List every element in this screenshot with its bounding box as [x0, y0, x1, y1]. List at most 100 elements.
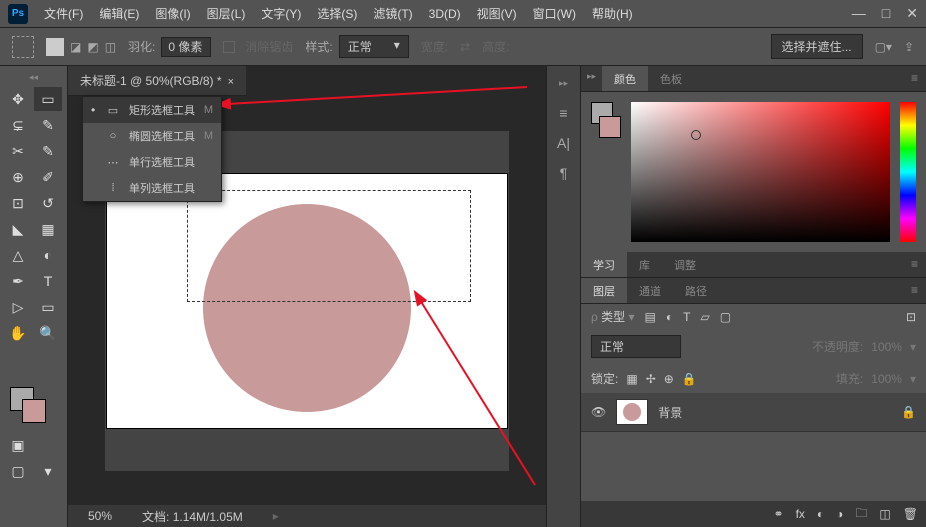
menu-filter[interactable]: 滤镜(T): [365, 1, 420, 26]
tab-channels[interactable]: 通道: [627, 278, 673, 303]
blur-tool[interactable]: △: [4, 243, 32, 267]
panel-menu-icon[interactable]: ≡: [903, 66, 926, 91]
zoom-level[interactable]: 50%: [88, 509, 112, 523]
color-panel-bg[interactable]: [599, 116, 621, 138]
maximize-icon[interactable]: □: [882, 5, 890, 22]
feather-input[interactable]: [161, 37, 211, 57]
shape-tool[interactable]: ▭: [34, 295, 62, 319]
toolbar-collapse[interactable]: ◂◂: [4, 70, 63, 85]
select-and-mask-button[interactable]: 选择并遮住...: [771, 34, 863, 59]
style-select[interactable]: 正常 ▾: [339, 35, 409, 58]
opacity-value: 100%: [871, 340, 902, 354]
filter-adjust-icon[interactable]: ◐: [666, 310, 673, 324]
layer-thumbnail[interactable]: [616, 399, 648, 425]
filter-type-select[interactable]: ρ 类型 ▾: [591, 308, 635, 325]
filter-type-icon[interactable]: T: [683, 310, 690, 324]
menu-3d[interactable]: 3D(D): [421, 3, 469, 25]
menu-image[interactable]: 图像(I): [147, 1, 198, 26]
flyout-row-marquee[interactable]: ⋯ 单行选框工具: [83, 149, 221, 175]
path-select-tool[interactable]: ▷: [4, 295, 32, 319]
flyout-col-marquee[interactable]: ⁞ 单列选框工具: [83, 175, 221, 201]
layer-name[interactable]: 背景: [658, 404, 682, 421]
heal-tool[interactable]: ⊕: [4, 165, 32, 189]
sel-add-icon[interactable]: ◪: [70, 40, 81, 54]
menu-file[interactable]: 文件(F): [36, 1, 91, 26]
lock-all-icon[interactable]: 🔒: [682, 372, 697, 386]
delete-icon[interactable]: 🗑: [903, 507, 918, 521]
menu-help[interactable]: 帮助(H): [584, 1, 641, 26]
flyout-rect-marquee[interactable]: •▭ 矩形选框工具M: [83, 97, 221, 123]
dodge-tool[interactable]: ◐: [34, 243, 62, 267]
menu-select[interactable]: 选择(S): [309, 1, 365, 26]
options-bar: ◪ ◩ ◫ 羽化: 消除锯齿 样式: 正常 ▾ 宽度: ⇄ 高度: 选择并遮住.…: [0, 28, 926, 66]
history-icon[interactable]: ≡: [559, 105, 567, 121]
tab-swatches[interactable]: 色板: [648, 66, 694, 91]
antialias-checkbox: [223, 41, 235, 53]
tab-layers[interactable]: 图层: [581, 278, 627, 303]
tab-learn[interactable]: 学习: [581, 252, 627, 277]
eyedropper-tool[interactable]: ✎: [34, 139, 62, 163]
fx-icon[interactable]: fx: [796, 507, 805, 521]
menu-type[interactable]: 文字(Y): [253, 1, 309, 26]
screen-mode-tool[interactable]: ▢: [4, 459, 32, 483]
zoom-tool[interactable]: 🔍: [34, 321, 62, 345]
share-icon[interactable]: ⇪: [904, 40, 914, 54]
new-layer-icon[interactable]: ◫: [879, 507, 890, 521]
minimize-icon[interactable]: —: [852, 5, 866, 22]
filter-pixel-icon[interactable]: ▤: [645, 310, 656, 324]
tab-color[interactable]: 颜色: [602, 66, 648, 91]
stamp-tool[interactable]: ⊡: [4, 191, 32, 215]
sel-subtract-icon[interactable]: ◩: [87, 40, 98, 54]
workspace-icon[interactable]: ▢▾: [875, 40, 892, 54]
tab-adjustments[interactable]: 调整: [662, 252, 708, 277]
hand-tool[interactable]: ✋: [4, 321, 32, 345]
doc-size[interactable]: 文档: 1.14M/1.05M: [142, 508, 243, 525]
tab-paths[interactable]: 路径: [673, 278, 719, 303]
menu-edit[interactable]: 编辑(E): [91, 1, 147, 26]
lasso-tool[interactable]: ⊊: [4, 113, 32, 137]
visibility-icon[interactable]: 👁: [591, 405, 606, 419]
document-tab[interactable]: 未标题-1 @ 50%(RGB/8) * ×: [68, 66, 246, 96]
quickmask-tool[interactable]: ▣: [4, 433, 32, 457]
move-tool[interactable]: ✥: [4, 87, 32, 111]
lock-position-icon[interactable]: ✢: [646, 372, 656, 386]
char-icon[interactable]: A|: [557, 135, 570, 151]
close-icon[interactable]: ✕: [906, 5, 918, 22]
marquee-tool[interactable]: ▭: [34, 87, 62, 111]
lock-pixels-icon[interactable]: ▦: [626, 372, 637, 386]
adjustment-icon[interactable]: ◑: [836, 507, 843, 521]
color-field[interactable]: [631, 102, 890, 242]
filter-toggle[interactable]: ⊡: [906, 310, 916, 324]
layer-row-background[interactable]: 👁 背景 🔒: [581, 393, 926, 432]
screen-mode-flyout[interactable]: ▾: [34, 459, 62, 483]
filter-smart-icon[interactable]: ▢: [720, 310, 731, 324]
brush-tool[interactable]: ✐: [34, 165, 62, 189]
panel-menu-icon[interactable]: ≡: [903, 278, 926, 303]
type-tool[interactable]: T: [34, 269, 62, 293]
quick-select-tool[interactable]: ✎: [34, 113, 62, 137]
sel-intersect-icon[interactable]: ◫: [105, 40, 116, 54]
background-swatch[interactable]: [22, 399, 46, 423]
gradient-tool[interactable]: ▦: [34, 217, 62, 241]
history-brush-tool[interactable]: ↺: [34, 191, 62, 215]
flyout-ellipse-marquee[interactable]: ○ 椭圆选框工具M: [83, 123, 221, 149]
crop-tool[interactable]: ✂: [4, 139, 32, 163]
dock-collapse[interactable]: ▸▸: [557, 76, 570, 91]
tab-libraries[interactable]: 库: [627, 252, 662, 277]
pen-tool[interactable]: ✒: [4, 269, 32, 293]
canvas[interactable]: [107, 174, 507, 428]
panel-menu-icon[interactable]: ≡: [903, 252, 926, 277]
hue-strip[interactable]: [900, 102, 916, 242]
eraser-tool[interactable]: ◣: [4, 217, 32, 241]
sel-new-icon[interactable]: [46, 38, 64, 56]
tool-preset-icon[interactable]: [12, 36, 34, 58]
mask-icon[interactable]: ◐: [817, 507, 824, 521]
menu-view[interactable]: 视图(V): [469, 1, 525, 26]
link-layers-icon[interactable]: ⚭: [774, 507, 784, 521]
menu-layer[interactable]: 图层(L): [199, 1, 254, 26]
lock-artboard-icon[interactable]: ⊕: [664, 372, 674, 386]
filter-shape-icon[interactable]: ▱: [700, 310, 709, 324]
group-icon[interactable]: 🗀: [855, 504, 867, 525]
para-icon[interactable]: ¶: [560, 165, 568, 181]
menu-window[interactable]: 窗口(W): [525, 1, 584, 26]
